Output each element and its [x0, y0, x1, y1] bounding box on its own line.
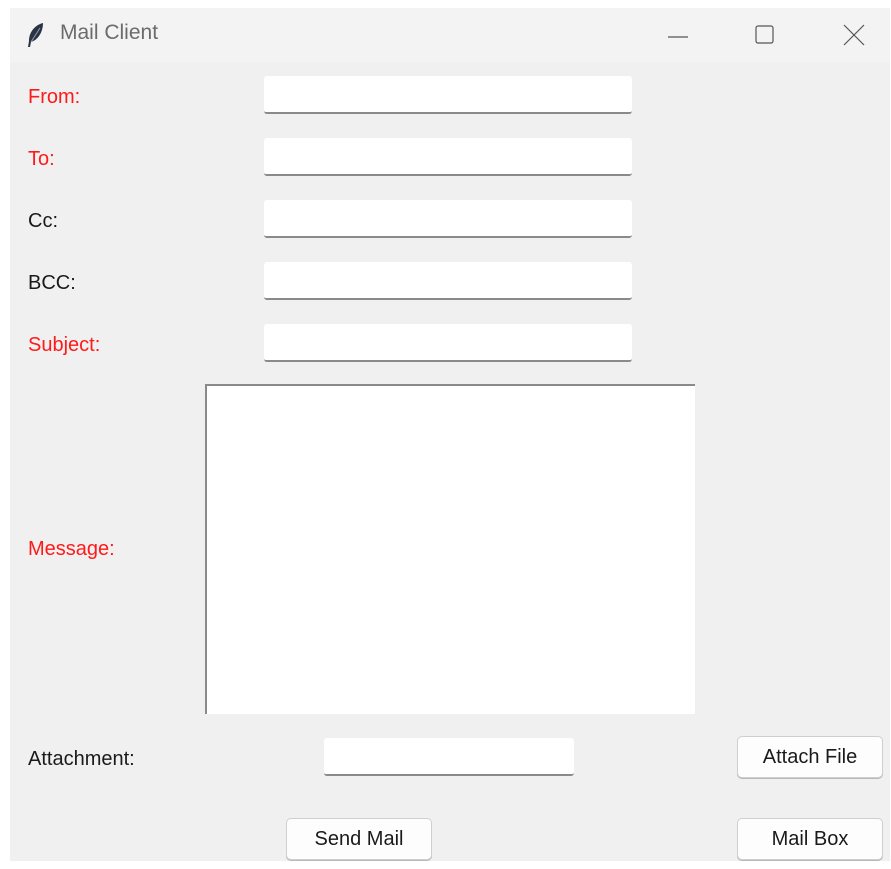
maximize-icon — [755, 25, 774, 44]
feather-icon — [28, 23, 43, 47]
minimize-icon — [668, 36, 688, 38]
maximize-button[interactable] — [745, 18, 785, 52]
window-title: Mail Client — [60, 21, 159, 44]
cc-label: Cc: — [28, 210, 58, 232]
from-label: From: — [28, 86, 81, 108]
cc-field[interactable] — [264, 200, 632, 238]
attachment-field[interactable] — [324, 738, 574, 776]
to-field[interactable] — [264, 138, 632, 176]
bcc-label: BCC: — [28, 272, 76, 294]
attach-file-button[interactable]: Attach File — [737, 736, 883, 778]
subject-label: Subject: — [28, 334, 101, 356]
from-field[interactable] — [264, 76, 632, 114]
send-mail-button[interactable]: Send Mail — [286, 818, 432, 860]
close-button[interactable] — [836, 18, 876, 52]
close-icon — [843, 24, 865, 46]
mail-box-button[interactable]: Mail Box — [737, 818, 883, 860]
message-label: Message: — [28, 538, 115, 560]
message-textarea[interactable] — [205, 384, 695, 714]
mail-client-window: Mail Client From: To: Cc: BCC: Subject: … — [10, 8, 890, 861]
subject-field[interactable] — [264, 324, 632, 362]
minimize-button[interactable] — [660, 18, 700, 52]
bcc-field[interactable] — [264, 262, 632, 300]
attachment-label: Attachment: — [28, 748, 135, 770]
to-label: To: — [28, 148, 55, 170]
title-bar[interactable]: Mail Client — [10, 8, 890, 62]
